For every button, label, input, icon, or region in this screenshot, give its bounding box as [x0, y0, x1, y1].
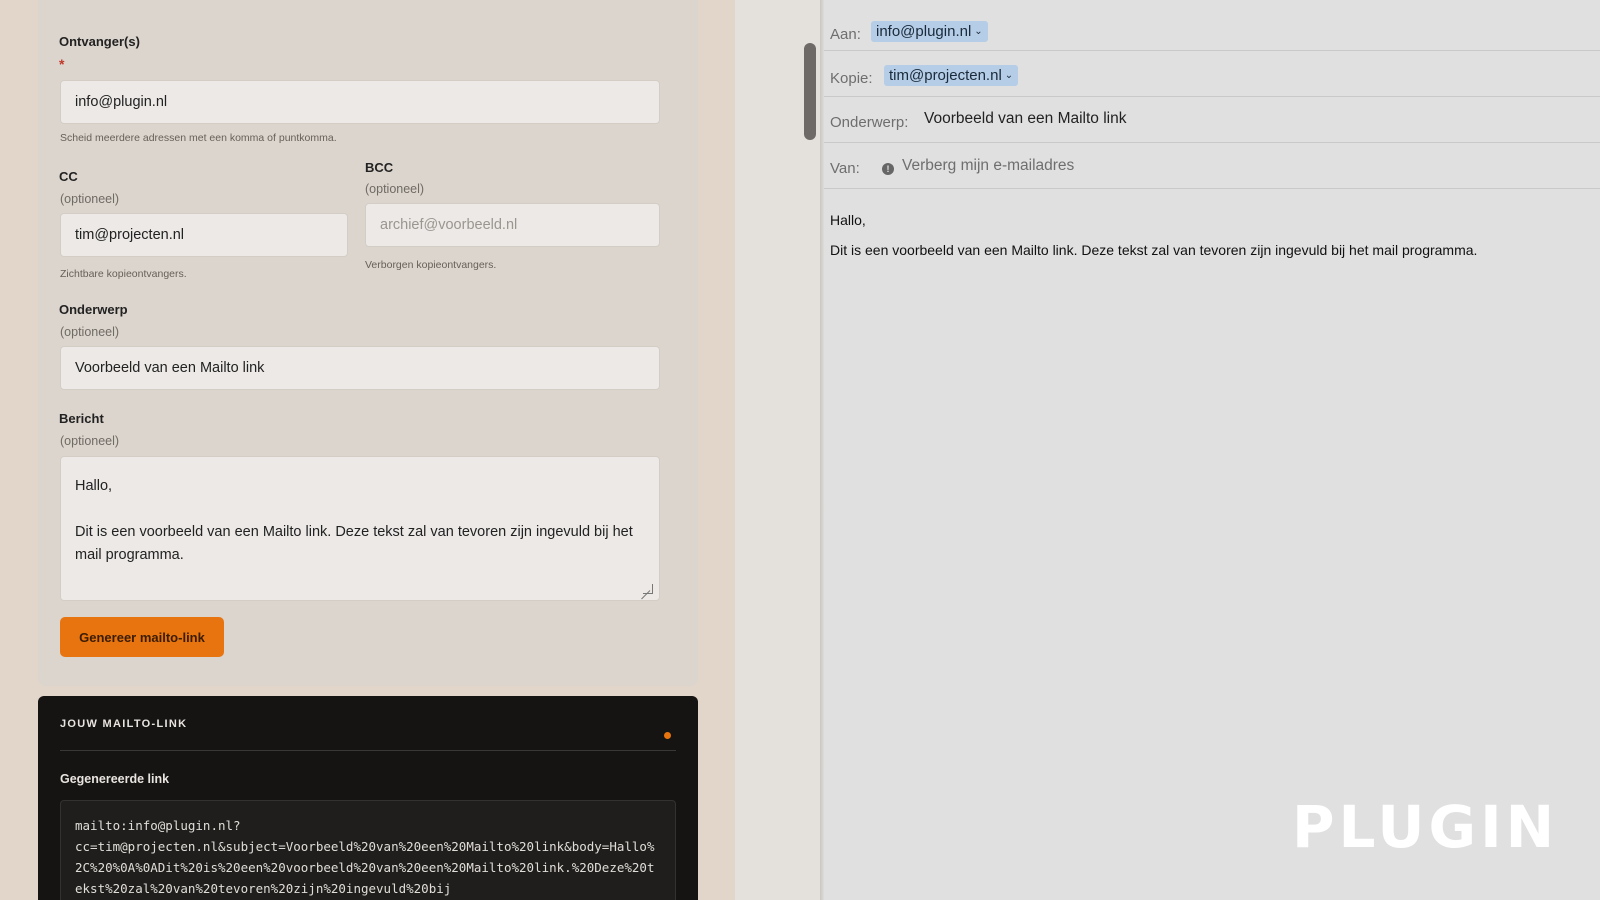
- recipients-input[interactable]: info@plugin.nl: [60, 80, 660, 124]
- message-line-1: Hallo,: [75, 478, 113, 494]
- recipients-label: Ontvanger(s): [59, 34, 140, 49]
- mail-divider: [824, 50, 1600, 51]
- from-value[interactable]: Verberg mijn e-mailadres: [902, 157, 1074, 175]
- mail-divider: [824, 188, 1600, 189]
- message-optional: (optioneel): [60, 434, 120, 448]
- mail-body[interactable]: Hallo, Dit is een voorbeeld van een Mail…: [830, 210, 1477, 270]
- bcc-optional: (optioneel): [365, 182, 425, 196]
- bcc-input[interactable]: archief@voorbeeld.nl: [365, 203, 660, 247]
- plugin-logo: PLUGIN: [1292, 793, 1559, 861]
- mailto-form: Ontvanger(s) * info@plugin.nl Scheid mee…: [38, 0, 698, 686]
- recipients-hint: Scheid meerdere adressen met een komma o…: [60, 132, 337, 144]
- scrollbar-thumb[interactable]: [804, 43, 816, 140]
- generated-link-code[interactable]: mailto:info@plugin.nl? cc=tim@projecten.…: [60, 800, 676, 900]
- cc-recipient-chip[interactable]: tim@projecten.nl ⌄: [884, 65, 1019, 86]
- required-mark: *: [59, 56, 65, 72]
- to-recipient-chip[interactable]: info@plugin.nl ⌄: [871, 21, 988, 42]
- cc-input[interactable]: tim@projecten.nl: [60, 213, 348, 257]
- mail-divider: [824, 142, 1600, 143]
- resize-grip-icon[interactable]: [643, 584, 653, 594]
- generate-mailto-button[interactable]: Genereer mailto-link: [60, 617, 224, 657]
- bcc-hint: Verborgen kopieontvangers.: [365, 259, 497, 271]
- cc-label: Kopie:: [830, 70, 873, 87]
- mail-divider: [824, 96, 1600, 97]
- to-recipient-text: info@plugin.nl: [876, 23, 972, 40]
- cc-label: CC: [59, 169, 78, 184]
- message-label: Bericht: [59, 411, 104, 426]
- subject-optional: (optioneel): [60, 325, 120, 339]
- mail-body-line-2: Dit is een voorbeeld van een Mailto link…: [830, 242, 1478, 258]
- from-label: Van:: [830, 160, 860, 177]
- chevron-down-icon[interactable]: ⌄: [1005, 70, 1013, 81]
- message-line-2: Dit is een voorbeeld van een Mailto link…: [75, 524, 633, 563]
- subject-label: Onderwerp: [59, 302, 128, 317]
- result-divider: [60, 750, 676, 751]
- subject-input[interactable]: Voorbeeld van een Mailto link: [60, 346, 660, 390]
- result-card: JOUW MAILTO-LINK Gegenereerde link mailt…: [38, 696, 698, 900]
- cc-optional: (optioneel): [60, 192, 120, 206]
- cc-recipient-text: tim@projecten.nl: [889, 67, 1002, 84]
- to-label: Aan:: [830, 26, 861, 43]
- message-textarea[interactable]: Hallo, Dit is een voorbeeld van een Mail…: [60, 456, 660, 601]
- info-icon: !: [882, 163, 894, 175]
- bcc-label: BCC: [365, 160, 394, 175]
- result-title: JOUW MAILTO-LINK: [60, 718, 188, 730]
- subject-value[interactable]: Voorbeeld van een Mailto link: [924, 110, 1127, 128]
- chevron-down-icon[interactable]: ⌄: [974, 26, 982, 37]
- mail-compose-window: Aan: info@plugin.nl ⌄ Kopie: tim@project…: [824, 0, 1600, 900]
- generated-link-label: Gegenereerde link: [60, 772, 170, 786]
- cc-hint: Zichtbare kopieontvangers.: [60, 268, 187, 280]
- mail-body-line-1: Hallo,: [830, 212, 866, 228]
- status-dot-icon: [664, 732, 671, 739]
- subject-label: Onderwerp:: [830, 114, 909, 131]
